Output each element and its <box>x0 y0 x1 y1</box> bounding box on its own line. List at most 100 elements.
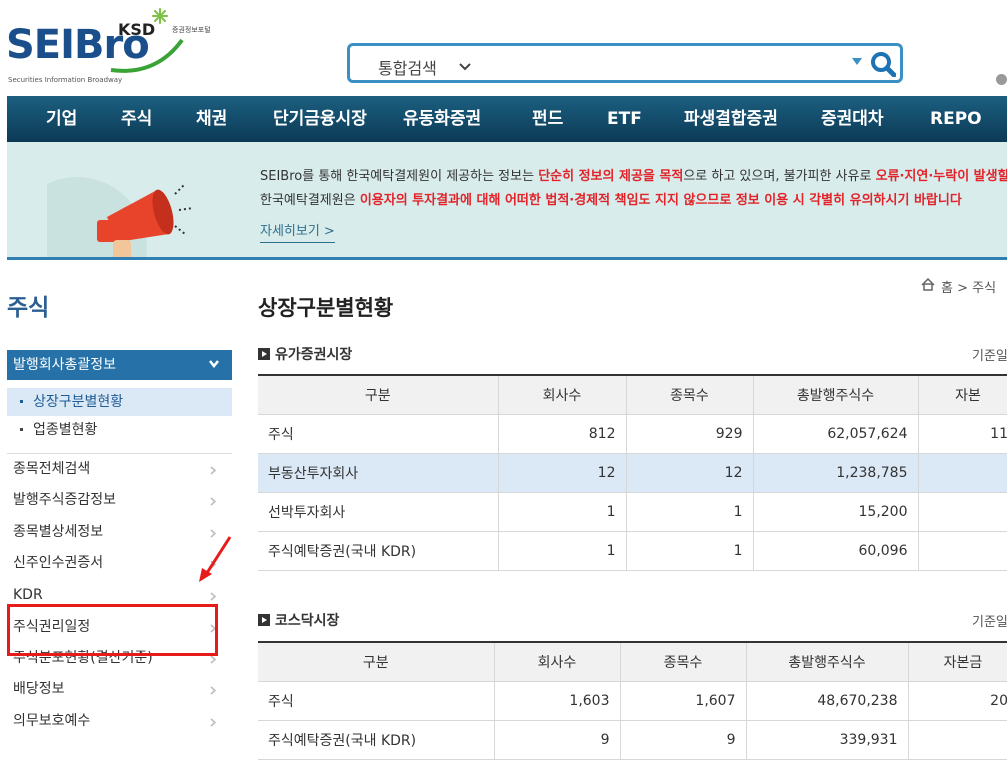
section-title-kospi: 유가증권시장 <box>258 344 352 364</box>
sidebar-item-label: 신주인수권증서 <box>13 555 104 571</box>
table-row[interactable]: 부동산투자회사 12 12 1,238,785 <box>258 453 1007 493</box>
breadcrumb-text[interactable]: 홈 > 주식 <box>941 277 996 296</box>
logo-swoosh <box>110 38 184 73</box>
column-header: 종목수 <box>619 641 747 682</box>
table-cell: 812 <box>497 414 626 454</box>
table-cell: 선박투자회사 <box>258 492 498 532</box>
sidebar-item-rights-certificate[interactable]: 신주인수권증서 <box>13 548 219 579</box>
table-cell: 주식 <box>258 414 498 454</box>
notice-text-line1: SEIBro를 통해 한국예탁결제원이 제공하는 정보는 단순히 정보의 제공을… <box>260 165 1007 184</box>
see-more-link[interactable]: 자세히보기 > <box>260 220 335 243</box>
table-cell: 1,603 <box>493 681 620 721</box>
search-bar[interactable]: 통합검색 <box>347 43 903 83</box>
notice-text-line2: 한국예탁결제원은 이용자의 투자결과에 대해 어떠한 법적·경제적 책임도 지지… <box>260 189 962 208</box>
sidebar-item-dividend[interactable]: 배당정보 <box>13 674 219 705</box>
table-cell: 20 <box>907 681 1007 721</box>
nav-item-etf[interactable]: ETF <box>607 96 642 142</box>
table-cell: 62,057,624 <box>752 414 918 454</box>
table-row[interactable]: 선박투자회사 1 1 15,200 <box>258 492 1007 532</box>
bullet <box>20 428 23 431</box>
chevron-right-icon <box>210 497 217 506</box>
sidebar-title: 주식 <box>7 295 50 321</box>
home-icon[interactable] <box>921 278 935 291</box>
notice-emphasis: 오류·지연·누락이 발생할 <box>875 169 1007 184</box>
notice-text: SEIBro를 통해 한국예탁결제원이 제공하는 정보는 <box>260 169 539 184</box>
table-cell: 주식 <box>258 681 494 721</box>
column-header: 회사수 <box>497 374 627 415</box>
sidebar-subitem-industry-status[interactable]: 업종별현황 <box>7 416 232 444</box>
nav-item-repo[interactable]: REPO <box>930 96 982 142</box>
column-header: 총발행주식수 <box>745 641 909 682</box>
chevron-down-icon <box>209 360 219 369</box>
table-cell: 12 <box>497 453 626 493</box>
sidebar-item-all-search[interactable]: 종목전체검색 <box>13 454 219 485</box>
base-date-label: 기준일 <box>972 615 1007 630</box>
table-header-row: 구분 회사수 종목수 총발행주식수 자본금 <box>258 641 1007 682</box>
table-cell <box>917 531 1007 571</box>
sidebar-item-stock-detail[interactable]: 종목별상세정보 <box>13 517 219 548</box>
chevron-right-icon <box>210 655 217 664</box>
nav-item-fund[interactable]: 펀드 <box>532 96 563 142</box>
table-cell: 15,200 <box>752 492 918 532</box>
sidebar-subitem-label: 업종별현황 <box>33 422 98 438</box>
chevron-down-icon <box>459 63 471 71</box>
nav-item-securities-lending[interactable]: 증권대차 <box>821 96 884 142</box>
table-cell: 주식예탁증권(국내 KDR) <box>258 531 498 571</box>
section-title-kosdaq: 코스닥시장 <box>258 610 339 630</box>
table-cell: 11 <box>917 414 1007 454</box>
column-header: 자본 <box>917 374 1007 415</box>
notice-emphasis: 단순히 정보의 제공을 목적 <box>538 169 684 184</box>
column-header: 총발행주식수 <box>752 374 919 415</box>
section-title-text: 코스닥시장 <box>275 613 340 629</box>
nav-item-abs[interactable]: 유동화증권 <box>403 96 481 142</box>
annotation-arrow-icon <box>199 536 232 582</box>
main-nav: 기업 주식 채권 단기금융시장 유동화증권 펀드 ETF 파생결합증권 증권대차… <box>7 96 1007 142</box>
sidebar-item-label: 발행주식증감정보 <box>13 492 117 508</box>
table-cell: 1,607 <box>619 681 746 721</box>
close-icon[interactable] <box>996 74 1007 85</box>
nav-item-company[interactable]: 기업 <box>46 96 77 142</box>
nav-item-derivative-linked[interactable]: 파생결합증권 <box>684 96 778 142</box>
sidebar-section-label: 발행회사총괄정보 <box>13 357 117 373</box>
sidebar-item-lockup[interactable]: 의무보호예수 <box>13 706 219 737</box>
notice-text: 으로 하고 있으며, 불가피한 사유로 <box>683 169 876 184</box>
chevron-right-icon <box>210 466 217 475</box>
table-cell: 1 <box>625 492 753 532</box>
nav-item-stock[interactable]: 주식 <box>121 96 152 142</box>
sidebar-section-issuer-summary[interactable]: 발행회사총괄정보 <box>7 350 232 380</box>
page-title: 상장구분별현황 <box>258 296 394 320</box>
notice-banner: SEIBro를 통해 한국예탁결제원이 제공하는 정보는 단순히 정보의 제공을… <box>7 142 1007 260</box>
table-cell: 60,096 <box>752 531 918 571</box>
table-cell: 12 <box>625 453 753 493</box>
sidebar-item-share-change[interactable]: 발행주식증감정보 <box>13 485 219 516</box>
table-cell: 1,238,785 <box>752 453 918 493</box>
search-category-select[interactable]: 통합검색 <box>378 55 437 79</box>
table-row[interactable]: 주식 1,603 1,607 48,670,238 20 <box>258 681 1007 721</box>
table-row[interactable]: 주식예탁증권(국내 KDR) 1 1 60,096 <box>258 531 1007 571</box>
sidebar-subitem-listing-status[interactable]: 상장구분별현황 <box>7 388 232 416</box>
table-row[interactable]: 주식예탁증권(국내 KDR) 9 9 339,931 <box>258 720 1007 760</box>
sidebar-subitem-label: 상장구분별현황 <box>33 394 124 410</box>
nav-item-bond[interactable]: 채권 <box>196 96 227 142</box>
notice-text: 한국예탁결제원은 <box>260 193 360 208</box>
table-cell: 9 <box>619 720 746 760</box>
column-header: 자본금 <box>907 641 1007 682</box>
bullet <box>20 400 23 403</box>
annotation-highlight-box <box>7 604 218 656</box>
megaphone-icon <box>47 177 194 257</box>
section-title-text: 유가증권시장 <box>275 347 353 363</box>
sidebar-item-label: 종목별상세정보 <box>13 524 104 540</box>
base-date-label: 기준일 <box>972 349 1007 364</box>
nav-item-short-term-market[interactable]: 단기금융시장 <box>273 96 367 142</box>
play-square-icon <box>258 614 270 626</box>
notice-emphasis: 이용자의 투자결과에 대해 어떠한 법적·경제적 책임도 지지 않으므로 정보 … <box>359 193 962 208</box>
chevron-right-icon <box>210 718 217 727</box>
seibro-logo[interactable]: KSD 증권정보포털 SEIBro Securities Information… <box>6 8 226 88</box>
table-cell: 1 <box>625 531 753 571</box>
search-icon[interactable] <box>870 51 896 77</box>
table-row[interactable]: 주식 812 929 62,057,624 11 <box>258 414 1007 454</box>
dropdown-arrow-icon[interactable] <box>852 58 862 66</box>
table-cell: 1 <box>497 492 626 532</box>
table-cell: 929 <box>625 414 753 454</box>
sidebar-item-label: 종목전체검색 <box>13 461 91 477</box>
